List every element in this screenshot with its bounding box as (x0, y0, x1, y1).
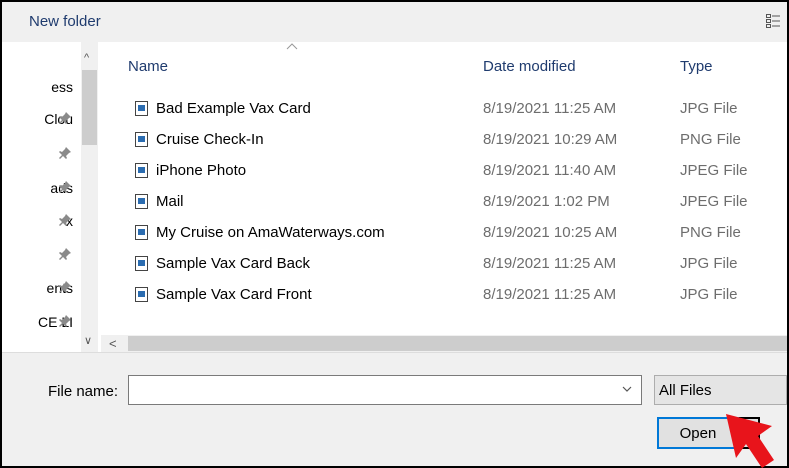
file-type: JPEG File (680, 162, 748, 179)
file-type: PNG File (680, 224, 741, 241)
file-type: JPEG File (680, 193, 748, 210)
image-file-icon (135, 225, 148, 240)
sort-up-icon (286, 43, 298, 50)
image-file-icon (135, 287, 148, 302)
column-header-type[interactable]: Type (680, 58, 713, 75)
file-row[interactable]: Bad Example Vax Card 8/19/2021 11:25 AM JP… (101, 95, 787, 125)
file-name: Sample Vax Card Back (156, 255, 310, 272)
pin-icon[interactable] (57, 179, 73, 195)
file-name-input[interactable] (128, 375, 642, 405)
toolbar: New folder (2, 2, 787, 42)
file-type: JPG File (680, 286, 738, 303)
file-date-modified: 8/19/2021 10:25 AM (483, 224, 618, 241)
chevron-down-icon[interactable] (622, 385, 632, 393)
file-name: Bad Example Vax Card (156, 100, 311, 117)
file-date-modified: 8/19/2021 11:25 AM (483, 100, 617, 117)
pin-icon[interactable] (57, 145, 73, 161)
file-open-dialog: New folder essClouadsxentsCE LI ^ ∨ Name… (0, 0, 789, 468)
file-row[interactable]: Sample Vax Card Back 8/19/2021 11:25 AM JP… (101, 250, 787, 280)
file-date-modified: 8/19/2021 1:02 PM (483, 193, 610, 210)
scroll-up-icon[interactable]: ^ (84, 52, 89, 64)
pin-icon[interactable] (57, 279, 73, 295)
pin-icon[interactable] (57, 246, 73, 262)
column-header-name[interactable]: Name (128, 58, 168, 75)
file-row[interactable]: My Cruise on AmaWaterways.com 8/19/2021 1… (101, 219, 787, 249)
file-date-modified: 8/19/2021 11:25 AM (483, 286, 617, 303)
file-name: Sample Vax Card Front (156, 286, 312, 303)
view-options-icon[interactable] (766, 14, 780, 28)
file-row[interactable]: iPhone Photo 8/19/2021 11:40 AM JPEG File (101, 157, 787, 187)
image-file-icon (135, 163, 148, 178)
file-list[interactable]: Name Date modified Type Bad Example Vax … (101, 42, 787, 335)
file-type: PNG File (680, 131, 741, 148)
file-row[interactable]: Sample Vax Card Front 8/19/2021 11:25 AM J… (101, 281, 787, 311)
file-row[interactable]: Mail 8/19/2021 1:02 PM JPEG File (101, 188, 787, 218)
dialog-footer: File name: All Files Open (2, 352, 787, 466)
file-type: JPG File (680, 100, 738, 117)
image-file-icon (135, 101, 148, 116)
column-header-date-modified[interactable]: Date modified (483, 58, 576, 75)
file-list-horizontal-scrollbar[interactable]: < (101, 335, 787, 352)
image-file-icon (135, 132, 148, 147)
new-folder-button[interactable]: New folder (29, 13, 101, 30)
file-date-modified: 8/19/2021 11:40 AM (483, 162, 617, 179)
file-type-filter[interactable]: All Files (654, 375, 787, 405)
file-name-label: File name: (48, 383, 119, 400)
image-file-icon (135, 194, 148, 209)
nav-scroll-thumb[interactable] (82, 70, 97, 145)
file-row[interactable]: Cruise Check-In 8/19/2021 10:29 AM PNG Fil… (101, 126, 787, 156)
scroll-left-icon[interactable]: < (109, 336, 117, 351)
file-date-modified: 8/19/2021 11:25 AM (483, 255, 617, 272)
pin-icon[interactable] (57, 212, 73, 228)
file-name: My Cruise on AmaWaterways.com (156, 224, 385, 241)
image-file-icon (135, 256, 148, 271)
nav-item-label: ess (51, 79, 73, 95)
pin-icon[interactable] (57, 313, 73, 329)
file-name: Cruise Check-In (156, 131, 264, 148)
red-pointer-arrow-icon (726, 414, 774, 468)
file-date-modified: 8/19/2021 10:29 AM (483, 131, 618, 148)
file-name: iPhone Photo (156, 162, 247, 179)
file-name: Mail (156, 193, 184, 210)
pin-icon[interactable] (57, 110, 73, 126)
horizontal-scroll-thumb[interactable] (128, 336, 787, 351)
file-type-filter-label: All Files (659, 382, 712, 399)
scroll-down-icon[interactable]: ∨ (84, 334, 92, 347)
file-type: JPG File (680, 255, 738, 272)
